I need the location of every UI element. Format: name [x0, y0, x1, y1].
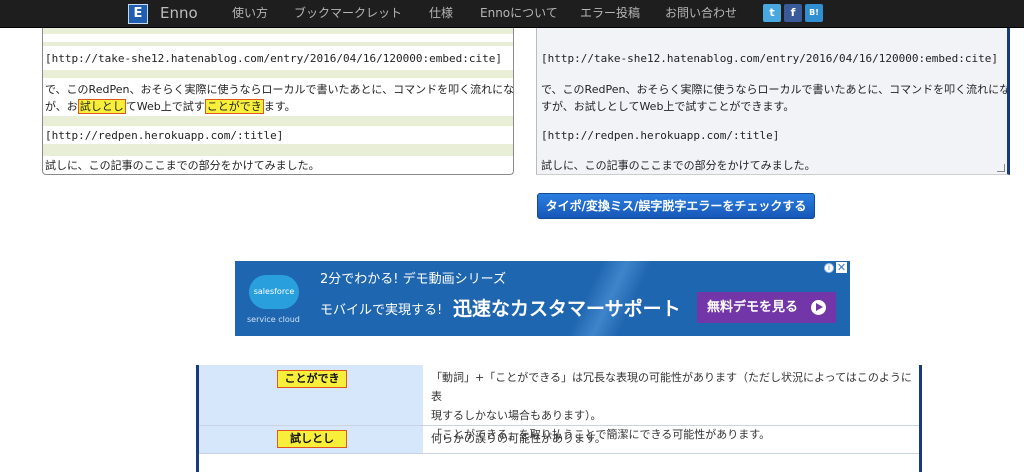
line-band: [43, 116, 513, 126]
text-segment: ます。: [263, 100, 296, 113]
text-line: 試しに、この記事のここまでの部分をかけてみました。: [541, 159, 816, 172]
error-message-cell: 「動詞」+「ことができる」は冗長な表現の可能性があります（ただし状況によってはこ…: [423, 365, 919, 441]
check-errors-button[interactable]: タイポ/変換ミス/誤字脱字エラーをチェックする: [537, 193, 815, 219]
input-textarea[interactable]: [http://take-she12.hatenablog.com/entry/…: [536, 28, 1010, 175]
table-row: ことができ 「動詞」+「ことができる」は冗長な表現の可能性があります（ただし状況…: [199, 365, 919, 441]
text-line: [http://take-she12.hatenablog.com/entry/…: [45, 52, 502, 65]
error-message-line: 「動詞」+「ことができる」は冗長な表現の可能性があります（ただし状況によってはこ…: [431, 371, 912, 403]
error-highlight[interactable]: 試しとし: [77, 99, 126, 114]
error-word-cell: ことができ: [199, 365, 423, 425]
ad-logo-sub: service cloud: [247, 315, 300, 324]
error-highlight[interactable]: ことができ: [204, 99, 264, 114]
line-band: [43, 28, 513, 34]
error-word-tag[interactable]: 試しとし: [277, 430, 347, 448]
ad-cta-label: 無料デモを見る: [707, 300, 799, 315]
ad-main-copy: 迅速なカスタマーサポート: [453, 298, 681, 320]
nav-about[interactable]: Ennoについて: [480, 6, 558, 20]
text-line: [http://redpen.herokuapp.com/:title]: [45, 129, 284, 142]
text-line-highlighted: が、お 試しとし てWeb上で試す ことができ ます。: [43, 98, 513, 115]
error-word-tag[interactable]: ことができ: [277, 370, 347, 388]
line-band: [43, 70, 513, 78]
text-line: [http://take-she12.hatenablog.com/entry/…: [541, 52, 998, 65]
text-line: 試しに、この記事のここまでの部分をかけてみました。: [45, 159, 320, 172]
nav-usage[interactable]: 使い方: [232, 6, 268, 20]
text-line: すが、お試しとしてWeb上で試すことができます。: [541, 100, 795, 113]
error-message-line: 何らかの誤りの可能性があります。: [431, 432, 606, 445]
ad-cta-button[interactable]: 無料デモを見る: [697, 292, 836, 323]
play-icon: [811, 300, 826, 315]
text-segment: が、お: [45, 100, 78, 113]
facebook-share-icon[interactable]: f: [784, 4, 802, 22]
nav-contact[interactable]: お問い合わせ: [665, 6, 737, 20]
line-band: [43, 144, 513, 156]
error-word-cell: 試しとし: [199, 426, 423, 453]
error-results-table: ことができ 「動詞」+「ことができる」は冗長な表現の可能性があります（ただし状況…: [196, 365, 922, 472]
error-message-line: 現するしかない場合もあります）。: [431, 409, 602, 422]
resize-handle-icon[interactable]: [997, 164, 1005, 172]
table-row: 試しとし 何らかの誤りの可能性があります。: [199, 426, 919, 454]
text-segment: てWeb上で試す: [125, 100, 205, 113]
hatena-bookmark-icon[interactable]: B!: [805, 4, 823, 22]
error-message-cell: 何らかの誤りの可能性があります。: [423, 426, 919, 453]
ad-headline: 2分でわかる! デモ動画シリーズ: [320, 272, 506, 287]
ad-close-icon[interactable]: ✕: [836, 262, 847, 273]
brand-name[interactable]: Enno: [160, 4, 198, 22]
text-line: [http://redpen.herokuapp.com/:title]: [541, 129, 780, 142]
nav-bookmarklet[interactable]: ブックマークレット: [294, 6, 402, 20]
top-navbar: E Enno 使い方 ブックマークレット 仕様 Ennoについて エラー投稿 お…: [0, 0, 1024, 28]
twitter-share-icon[interactable]: t: [763, 4, 781, 22]
ad-subline: モバイルで実現する!: [320, 303, 443, 318]
result-text-pane[interactable]: [http://take-she12.hatenablog.com/entry/…: [42, 28, 514, 175]
nav-spec[interactable]: 仕様: [429, 6, 453, 20]
line-band: [43, 42, 513, 46]
nav-error-report[interactable]: エラー投稿: [580, 6, 640, 20]
enno-logo-icon[interactable]: E: [128, 4, 148, 24]
text-line: で、このRedPen、おそらく実際に使うならローカルで書いたあとに、コマンドを叩…: [541, 83, 1010, 96]
text-line: で、このRedPen、おそらく実際に使うならローカルで書いたあとに、コマンドを叩…: [45, 83, 514, 96]
ad-banner[interactable]: salesforce service cloud 2分でわかる! デモ動画シリー…: [235, 261, 850, 336]
salesforce-logo-icon: salesforce: [249, 275, 299, 309]
ad-info-icon[interactable]: i: [824, 263, 834, 273]
